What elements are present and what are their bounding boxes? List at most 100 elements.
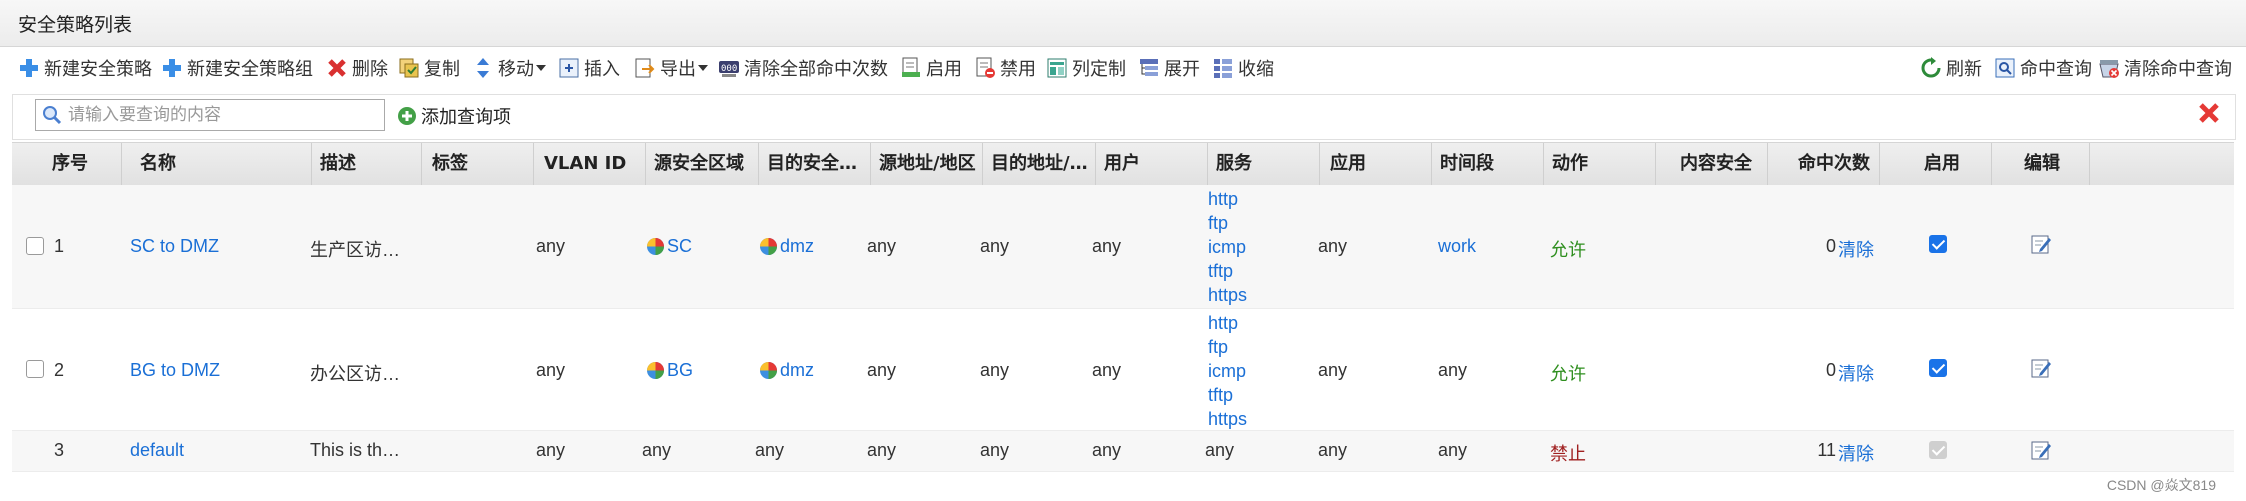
new-policy-button[interactable]: 新建安全策略 [18, 52, 152, 84]
clear-hits-link[interactable]: 清除 [1838, 360, 1874, 386]
row-desc: 生产区访… [310, 240, 400, 260]
add-query-button[interactable]: 添加查询项 [397, 103, 511, 129]
clear-hit-query-button[interactable]: 清除命中查询 [2098, 52, 2232, 84]
insert-button[interactable]: 插入 [558, 52, 620, 84]
search-box [35, 99, 385, 131]
edit-icon[interactable] [2030, 439, 2052, 461]
column-header-hits[interactable]: 命中次数 [1768, 143, 1880, 185]
row-vlan: any [536, 236, 566, 256]
plus-icon [18, 57, 40, 79]
enabled-checkbox[interactable] [1929, 359, 1947, 377]
policy-name-link[interactable]: SC to DMZ [130, 236, 219, 257]
column-header-service[interactable]: 服务 [1208, 143, 1320, 185]
row-src-addr: any [867, 440, 897, 460]
table-row[interactable]: 3 default This is th… any any any any an… [12, 431, 2234, 472]
service-link[interactable]: https [1208, 283, 1247, 307]
service-link[interactable]: https [1208, 407, 1247, 431]
zone-pie-icon [647, 362, 664, 379]
row-select-checkbox[interactable] [26, 237, 44, 255]
row-user: any [1092, 440, 1122, 460]
service-link[interactable]: ftp [1208, 335, 1247, 359]
svg-text:000: 000 [721, 64, 737, 74]
clear-hits-link[interactable]: 清除 [1838, 440, 1874, 466]
column-header-seq[interactable]: 序号 [12, 143, 122, 185]
refresh-button[interactable]: 刷新 [1920, 52, 1982, 84]
service-link[interactable]: icmp [1208, 359, 1247, 383]
service-link[interactable]: http [1208, 187, 1247, 211]
copy-icon [398, 57, 420, 79]
copy-button[interactable]: 复制 [398, 52, 460, 84]
enabled-checkbox-disabled [1929, 441, 1947, 459]
expand-button[interactable]: 展开 [1138, 52, 1200, 84]
enable-icon [900, 57, 922, 79]
edit-icon[interactable] [2030, 357, 2052, 379]
new-policy-group-button[interactable]: 新建安全策略组 [161, 52, 313, 84]
column-header-user[interactable]: 用户 [1096, 143, 1208, 185]
clear-all-hits-label: 清除全部命中次数 [744, 59, 888, 80]
column-header-desc[interactable]: 描述 [312, 143, 422, 185]
column-header-edit[interactable]: 编辑 [1992, 143, 2090, 185]
column-header-dst-addr[interactable]: 目的地址/… [983, 143, 1096, 185]
column-header-content[interactable]: 内容安全 [1656, 143, 1768, 185]
column-header-dst-zone[interactable]: 目的安全… [759, 143, 871, 185]
collapse-button[interactable]: 收缩 [1212, 52, 1274, 84]
column-header-src-zone[interactable]: 源安全区域 [646, 143, 759, 185]
edit-icon[interactable] [2030, 233, 2052, 255]
service-link[interactable]: ftp [1208, 211, 1247, 235]
time-range-link[interactable]: work [1438, 236, 1476, 257]
search-input[interactable] [66, 102, 380, 128]
hit-query-button[interactable]: 命中查询 [1994, 52, 2092, 84]
column-header-enabled[interactable]: 启用 [1880, 143, 1992, 185]
service-link[interactable]: icmp [1208, 235, 1247, 259]
service-link[interactable]: http [1208, 311, 1247, 335]
clear-all-hits-button[interactable]: 000 清除全部命中次数 [718, 52, 888, 84]
enabled-checkbox[interactable] [1929, 235, 1947, 253]
service-link[interactable]: tftp [1208, 383, 1247, 407]
table-row[interactable]: 1 SC to DMZ 生产区访… any SC dmz any any any… [12, 185, 2234, 309]
row-src-addr: any [867, 360, 897, 380]
column-header-src-addr[interactable]: 源地址/地区 [871, 143, 983, 185]
search-icon [43, 106, 62, 125]
move-updown-icon [472, 57, 494, 79]
column-header-name[interactable]: 名称 [122, 143, 312, 185]
delete-button[interactable]: 删除 [326, 52, 388, 84]
policy-name-link[interactable]: BG to DMZ [130, 360, 220, 381]
row-src-zone: any [642, 440, 672, 460]
column-header-tag[interactable]: 标签 [422, 143, 534, 185]
export-icon [634, 57, 656, 79]
policy-name-link[interactable]: default [130, 440, 184, 461]
export-label: 导出 [660, 59, 696, 80]
add-query-label: 添加查询项 [421, 107, 511, 128]
export-dropdown-button[interactable]: 导出 [634, 52, 708, 84]
column-header-vlan[interactable]: VLAN ID [534, 143, 646, 185]
table-row[interactable]: 2 BG to DMZ 办公区访… any BG dmz any any any… [12, 309, 2234, 431]
customize-columns-button[interactable]: 列定制 [1046, 52, 1126, 84]
zone-pie-icon [760, 362, 777, 379]
enable-button[interactable]: 启用 [900, 52, 962, 84]
src-zone-link[interactable]: BG [667, 360, 693, 381]
column-header-app[interactable]: 应用 [1320, 143, 1432, 185]
dst-zone-link[interactable]: dmz [780, 360, 814, 381]
policy-table: 序号 名称 描述 标签 VLAN ID 源安全区域 目的安全… 源地址/地区 目… [12, 142, 2234, 477]
counter-reset-icon: 000 [718, 57, 740, 79]
dst-zone-link[interactable]: dmz [780, 236, 814, 257]
row-src-addr: any [867, 236, 897, 256]
src-zone-link[interactable]: SC [667, 236, 692, 257]
enable-label: 启用 [926, 59, 962, 80]
refresh-icon [1920, 57, 1942, 79]
clear-hits-link[interactable]: 清除 [1838, 236, 1874, 262]
column-header-action[interactable]: 动作 [1544, 143, 1656, 185]
column-header-time[interactable]: 时间段 [1432, 143, 1544, 185]
title-bar: 安全策略列表 [0, 0, 2246, 47]
disable-button[interactable]: 禁用 [974, 52, 1036, 84]
service-link[interactable]: tftp [1208, 259, 1247, 283]
action-status: 允许 [1550, 240, 1586, 260]
action-status: 允许 [1550, 364, 1586, 384]
expand-label: 展开 [1164, 59, 1200, 80]
row-seq: 3 [54, 440, 65, 460]
close-icon[interactable] [2197, 101, 2221, 125]
disable-label: 禁用 [1000, 59, 1036, 80]
move-dropdown-button[interactable]: 移动 [472, 52, 546, 84]
row-select-checkbox[interactable] [26, 360, 44, 378]
row-dst-addr: any [980, 360, 1010, 380]
